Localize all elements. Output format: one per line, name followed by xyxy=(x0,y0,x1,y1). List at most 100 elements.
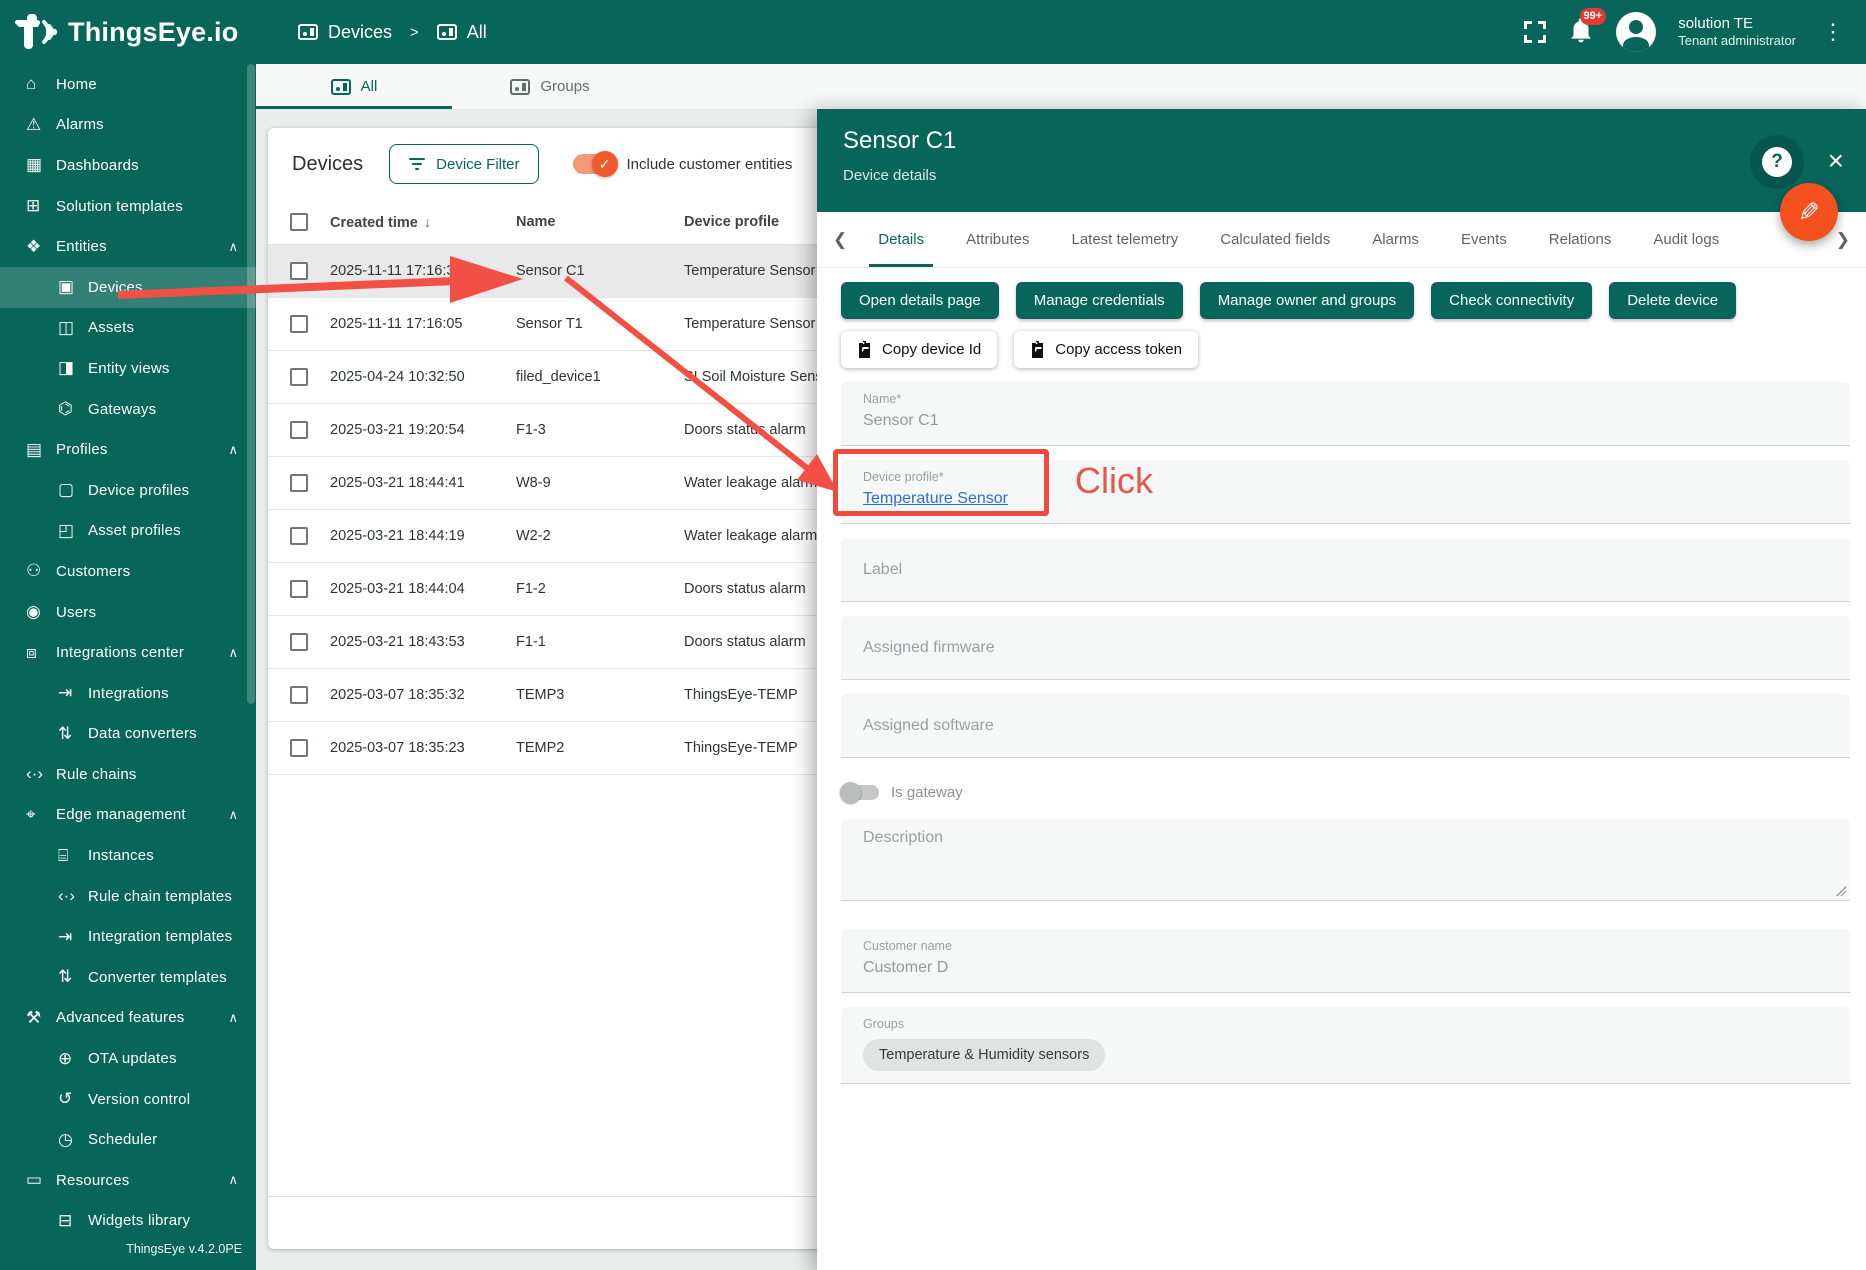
resize-handle[interactable] xyxy=(1836,886,1846,896)
panel-title: Sensor C1 xyxy=(843,127,1842,155)
edit-fab[interactable]: ✎ xyxy=(1780,183,1838,241)
description-field[interactable]: Description xyxy=(841,819,1850,901)
device-filter-button[interactable]: Device Filter xyxy=(389,144,538,184)
sidebar-item-assets[interactable]: ◫Assets xyxy=(0,308,256,349)
assigned-firmware-field[interactable]: Assigned firmware xyxy=(841,616,1850,680)
collapse-chevron-icon[interactable]: ∧ xyxy=(228,1010,238,1026)
tab-events[interactable]: Events xyxy=(1440,212,1528,267)
sidebar-item-ota-updates[interactable]: ⊕OTA updates xyxy=(0,1038,256,1079)
notifications-button[interactable]: 99+ xyxy=(1568,16,1594,49)
row-checkbox[interactable] xyxy=(290,739,308,757)
assigned-software-field[interactable]: Assigned software xyxy=(841,694,1850,758)
sidebar-item-solution-templates[interactable]: ⊞Solution templates xyxy=(0,186,256,227)
row-checkbox[interactable] xyxy=(290,421,308,439)
tab-groups[interactable]: Groups xyxy=(452,64,648,109)
tabs-scroll-left-icon[interactable]: ❮ xyxy=(823,230,857,250)
group-chip[interactable]: Temperature & Humidity sensors xyxy=(863,1039,1105,1071)
fullscreen-icon[interactable] xyxy=(1524,21,1546,43)
customers-icon: ⚇ xyxy=(26,561,56,581)
sidebar-item-rule-chain-templates[interactable]: ‹·›Rule chain templates xyxy=(0,876,256,917)
tab-attributes[interactable]: Attributes xyxy=(945,212,1050,267)
select-all-checkbox[interactable] xyxy=(290,213,308,231)
name-field[interactable]: Name* Sensor C1 xyxy=(841,382,1850,446)
sidebar-scrollbar[interactable] xyxy=(247,64,255,704)
sidebar-item-widgets-library[interactable]: ⊟Widgets library xyxy=(0,1201,256,1242)
groups-tab-icon xyxy=(510,79,530,95)
label-field[interactable]: Label xyxy=(841,538,1850,602)
sidebar-item-users[interactable]: ◉Users xyxy=(0,592,256,633)
sidebar-item-home[interactable]: ⌂Home xyxy=(0,64,256,105)
tab-relations[interactable]: Relations xyxy=(1528,212,1633,267)
row-checkbox[interactable] xyxy=(290,686,308,704)
rule-chains-icon: ‹·› xyxy=(26,764,56,784)
sidebar-item-customers[interactable]: ⚇Customers xyxy=(0,551,256,592)
collapse-chevron-icon[interactable]: ∧ xyxy=(228,645,238,661)
tab-calculated-fields[interactable]: Calculated fields xyxy=(1199,212,1351,267)
sidebar-item-integrations[interactable]: ⇥Integrations xyxy=(0,673,256,714)
sidebar-item-entities[interactable]: ❖Entities∧ xyxy=(0,226,256,267)
sidebar-item-advanced-features[interactable]: ⚒Advanced features∧ xyxy=(0,998,256,1039)
breadcrumb-devices[interactable]: Devices xyxy=(328,22,392,43)
tabs-scroll-right-icon[interactable]: ❯ xyxy=(1826,230,1860,250)
check-connectivity-button[interactable]: Check connectivity xyxy=(1431,282,1592,319)
manage-owner-groups-button[interactable]: Manage owner and groups xyxy=(1200,282,1414,319)
collapse-chevron-icon[interactable]: ∧ xyxy=(228,1172,238,1188)
row-checkbox[interactable] xyxy=(290,527,308,545)
widgets-library-icon: ⊟ xyxy=(58,1211,88,1231)
app-logo[interactable]: ThingsEye.io xyxy=(0,14,250,50)
sidebar-item-devices[interactable]: ▣Devices xyxy=(0,267,256,308)
copy-device-id-button[interactable]: Copy device Id xyxy=(841,331,997,368)
sidebar-item-integration-templates[interactable]: ⇥Integration templates xyxy=(0,916,256,957)
sidebar-item-dashboards[interactable]: ▦Dashboards xyxy=(0,145,256,186)
sidebar-item-entity-views[interactable]: ◨Entity views xyxy=(0,348,256,389)
tab-alarms[interactable]: Alarms xyxy=(1351,212,1440,267)
row-checkbox[interactable] xyxy=(290,315,308,333)
help-button[interactable]: ? xyxy=(1750,135,1804,189)
user-info[interactable]: solution TE Tenant administrator xyxy=(1678,15,1796,50)
close-icon[interactable]: × xyxy=(1828,147,1844,175)
breadcrumb-separator: > xyxy=(410,24,419,41)
include-customer-entities-toggle[interactable]: ✓ xyxy=(573,154,615,174)
sidebar-item-integrations-center[interactable]: ⧈Integrations center∧ xyxy=(0,632,256,673)
sidebar-item-data-converters[interactable]: ⇅Data converters xyxy=(0,714,256,755)
sidebar-item-rule-chains[interactable]: ‹·›Rule chains xyxy=(0,754,256,795)
delete-device-button[interactable]: Delete device xyxy=(1609,282,1736,319)
is-gateway-toggle[interactable] xyxy=(843,785,879,800)
sidebar-item-edge-management[interactable]: ⌖Edge management∧ xyxy=(0,795,256,836)
device-profile-link[interactable]: Temperature Sensor xyxy=(863,490,1008,508)
more-menu-icon[interactable]: ⋮ xyxy=(1818,19,1848,45)
row-checkbox[interactable] xyxy=(290,633,308,651)
collapse-chevron-icon[interactable]: ∧ xyxy=(228,807,238,823)
avatar[interactable] xyxy=(1616,12,1656,52)
row-checkbox[interactable] xyxy=(290,474,308,492)
column-created-time[interactable]: Created time↓ xyxy=(330,214,516,231)
row-checkbox[interactable] xyxy=(290,262,308,280)
tab-audit-logs[interactable]: Audit logs xyxy=(1632,212,1740,267)
resources-icon: ▭ xyxy=(26,1170,56,1190)
tab-details[interactable]: Details xyxy=(857,212,945,267)
collapse-chevron-icon[interactable]: ∧ xyxy=(228,239,238,255)
sidebar-item-converter-templates[interactable]: ⇅Converter templates xyxy=(0,957,256,998)
sidebar-item-scheduler[interactable]: ◷Scheduler xyxy=(0,1119,256,1160)
device-profiles-icon: ▢ xyxy=(58,480,88,500)
row-checkbox[interactable] xyxy=(290,580,308,598)
sidebar-item-alarms[interactable]: ⚠Alarms xyxy=(0,105,256,146)
tab-latest-telemetry[interactable]: Latest telemetry xyxy=(1050,212,1199,267)
column-name[interactable]: Name xyxy=(516,214,684,230)
sidebar-item-gateways[interactable]: ⌬Gateways xyxy=(0,389,256,430)
sidebar-item-profiles[interactable]: ▤Profiles∧ xyxy=(0,429,256,470)
toggle-check-icon: ✓ xyxy=(592,151,618,177)
sidebar-item-asset-profiles[interactable]: ◰Asset profiles xyxy=(0,511,256,552)
row-checkbox[interactable] xyxy=(290,368,308,386)
sidebar-item-resources[interactable]: ▭Resources∧ xyxy=(0,1160,256,1201)
breadcrumb-all[interactable]: All xyxy=(467,22,487,43)
sidebar-item-instances[interactable]: ⌸Instances xyxy=(0,835,256,876)
tab-all[interactable]: All xyxy=(256,64,452,109)
open-details-page-button[interactable]: Open details page xyxy=(841,282,999,319)
manage-credentials-button[interactable]: Manage credentials xyxy=(1016,282,1183,319)
sidebar-item-device-profiles[interactable]: ▢Device profiles xyxy=(0,470,256,511)
copy-access-token-button[interactable]: Copy access token xyxy=(1014,331,1198,368)
device-profile-field[interactable]: Device profile* Temperature Sensor xyxy=(841,460,1850,524)
sidebar-item-version-control[interactable]: ↺Version control xyxy=(0,1079,256,1120)
collapse-chevron-icon[interactable]: ∧ xyxy=(228,442,238,458)
